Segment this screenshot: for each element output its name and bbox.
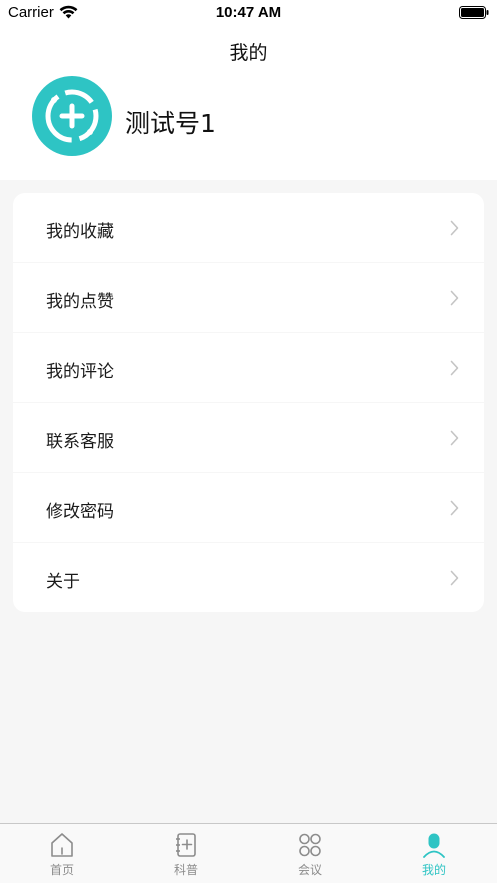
status-bar: Carrier 10:47 AM — [0, 0, 497, 28]
menu-item-change-password[interactable]: 修改密码 — [13, 473, 484, 543]
menu-item-likes[interactable]: 我的点赞 — [13, 263, 484, 333]
menu-item-contact-support[interactable]: 联系客服 — [13, 403, 484, 473]
chevron-right-icon — [450, 290, 459, 306]
tab-mine[interactable]: 我的 — [372, 824, 496, 883]
tab-label: 首页 — [49, 863, 74, 877]
tab-label: 会议 — [297, 863, 322, 877]
chevron-right-icon — [450, 220, 459, 236]
menu-item-about[interactable]: 关于 — [13, 543, 484, 613]
menu-item-comments[interactable]: 我的评论 — [13, 333, 484, 403]
tab-home[interactable]: 首页 — [0, 824, 124, 883]
person-icon — [423, 833, 445, 858]
menu-item-label: 联系客服 — [46, 432, 114, 452]
grid-circles-icon — [299, 833, 321, 857]
tab-science[interactable]: 科普 — [124, 824, 248, 883]
notebook-icon — [176, 833, 196, 857]
tab-bar: 首页 科普 会议 我的 — [0, 823, 497, 883]
battery-icon — [459, 6, 489, 19]
chevron-right-icon — [450, 360, 459, 376]
profile-header: Carrier 10:47 AM 我的 测试号1 — [0, 0, 497, 180]
menu-item-label: 修改密码 — [46, 502, 114, 522]
chevron-right-icon — [450, 430, 459, 446]
tab-label: 科普 — [173, 863, 198, 877]
chevron-right-icon — [450, 500, 459, 516]
menu-item-label: 关于 — [46, 572, 80, 592]
add-circle-icon — [45, 89, 99, 143]
menu-item-favorites[interactable]: 我的收藏 — [13, 193, 484, 263]
chevron-right-icon — [450, 570, 459, 586]
menu-item-label: 我的收藏 — [46, 222, 114, 242]
menu-item-label: 我的点赞 — [46, 292, 114, 312]
menu-item-label: 我的评论 — [46, 362, 114, 382]
tab-meeting[interactable]: 会议 — [248, 824, 372, 883]
home-icon — [51, 833, 73, 857]
username: 测试号1 — [125, 109, 216, 138]
status-time: 10:47 AM — [215, 4, 282, 21]
tab-label: 我的 — [421, 863, 446, 877]
avatar[interactable] — [32, 76, 112, 156]
page-title: 我的 — [229, 42, 268, 64]
menu-list: 我的收藏 我的点赞 我的评论 联系客服 修改密码 关于 — [13, 193, 484, 612]
